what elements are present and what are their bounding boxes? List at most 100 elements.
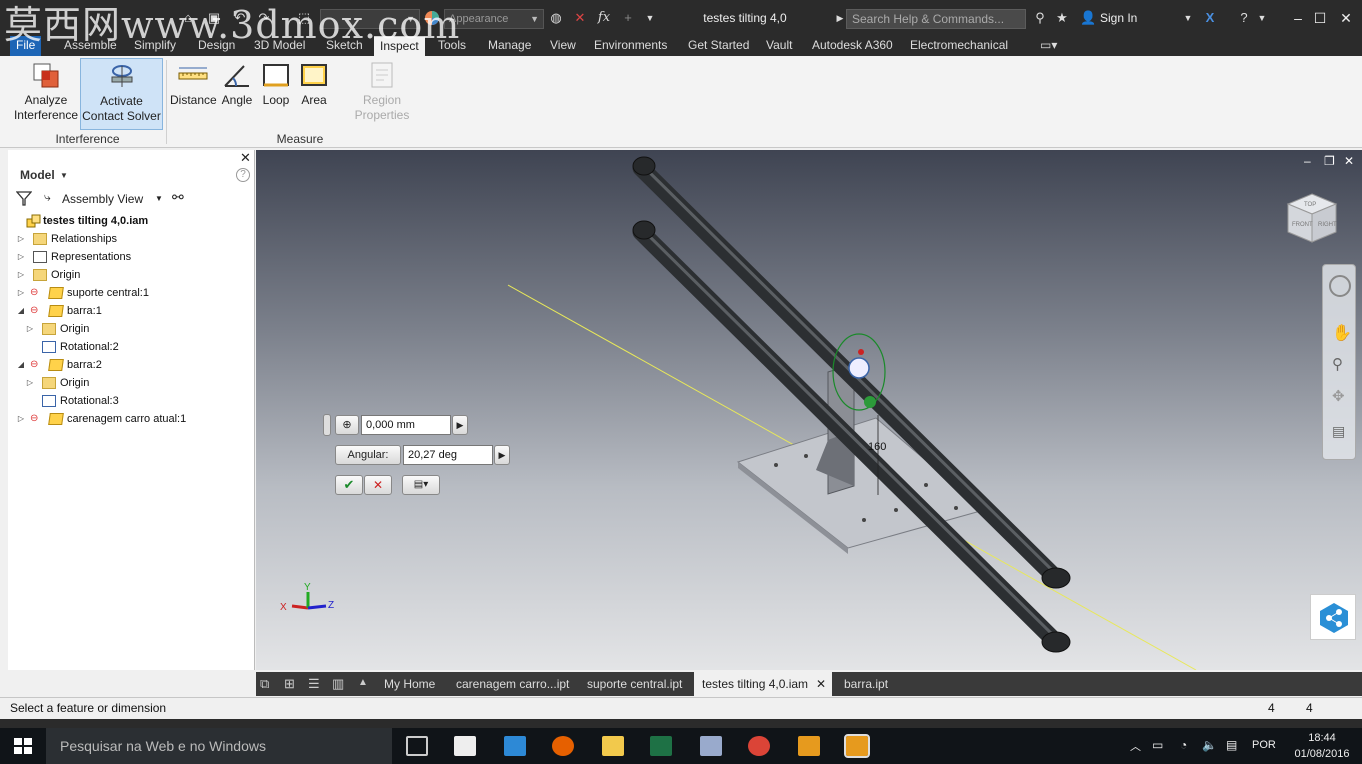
- home-icon[interactable]: ⌂: [180, 10, 196, 26]
- tab-manage[interactable]: Manage: [482, 36, 537, 56]
- add-icon[interactable]: +: [620, 10, 636, 26]
- activate-contact-solver-button[interactable]: Activate Contact Solver: [80, 58, 163, 130]
- offset-value-input[interactable]: 0,000 mm: [361, 415, 451, 435]
- task-view-icon[interactable]: [406, 736, 428, 756]
- doc-tab-carenagem[interactable]: carenagem carro...ipt: [448, 672, 577, 696]
- battery-icon[interactable]: ▭: [1152, 738, 1163, 752]
- taskbar-search-input[interactable]: Pesquisar na Web e no Windows: [46, 728, 392, 764]
- doc-tab-testes-tilting[interactable]: testes tilting 4,0.iam ✕: [694, 672, 832, 696]
- region-properties-button[interactable]: Region Properties: [334, 58, 430, 130]
- tree-item-barra-1-origin[interactable]: ▷ Origin: [8, 320, 255, 338]
- tree-item-suporte-central[interactable]: ▷ ⊖ suporte central:1: [8, 284, 255, 302]
- viewport-close-button[interactable]: ✕: [1344, 154, 1354, 168]
- clock-date[interactable]: 01/08/2016: [1290, 748, 1354, 760]
- tile-columns-icon[interactable]: ▥: [332, 676, 344, 692]
- wifi-icon[interactable]: ◔: [1180, 738, 1187, 752]
- viewport-restore-button[interactable]: ❐: [1324, 154, 1335, 168]
- windows-start-icon[interactable]: [14, 738, 32, 754]
- tree-item-rotational-3[interactable]: Rotational:3: [8, 392, 255, 410]
- tab-get-started[interactable]: Get Started: [682, 36, 755, 56]
- exchange-apps-icon[interactable]: X: [1202, 10, 1218, 26]
- tab-tools[interactable]: Tools: [432, 36, 472, 56]
- offset-type-button[interactable]: ⊕: [335, 415, 359, 435]
- help-icon[interactable]: ?: [1236, 10, 1252, 26]
- browser-help-icon[interactable]: ?: [236, 168, 250, 182]
- tree-item-barra-2-origin[interactable]: ▷ Origin: [8, 374, 255, 392]
- chrome-icon[interactable]: [748, 736, 770, 756]
- excel-icon[interactable]: [650, 736, 672, 756]
- angle-button[interactable]: Angle: [218, 58, 256, 130]
- expand-arrow-icon[interactable]: ▷: [16, 248, 26, 266]
- store-icon[interactable]: [454, 736, 476, 756]
- doc-tab-suporte-central[interactable]: suporte central.ipt: [579, 672, 690, 696]
- redo-icon[interactable]: ↷: [256, 10, 272, 26]
- tab-inspect[interactable]: Inspect: [374, 36, 425, 56]
- view-mode-dropdown-icon[interactable]: ▼: [155, 194, 163, 203]
- tile-grid-icon[interactable]: ⊞: [284, 676, 295, 692]
- appearance-combo[interactable]: Appearance ▼: [444, 9, 544, 29]
- doc-tab-close-icon[interactable]: ✕: [816, 672, 826, 696]
- orbit-icon[interactable]: ✥: [1332, 387, 1345, 405]
- loop-button[interactable]: Loop: [258, 58, 294, 130]
- expand-arrow-icon[interactable]: ▷: [16, 230, 26, 248]
- app-icon[interactable]: [504, 736, 526, 756]
- minimize-button[interactable]: –: [1286, 8, 1310, 28]
- offset-arrow-button[interactable]: ▶: [452, 415, 468, 435]
- user-icon[interactable]: 👤: [1080, 10, 1096, 26]
- material-combo[interactable]: ▼: [320, 9, 420, 29]
- tree-item-representations[interactable]: ▷ Representations: [8, 248, 255, 266]
- graphics-viewport[interactable]: 160 X Y Z – ❐ ✕ TOP FRONT RIGHT ✋ ⚲ ✥ ▤: [256, 150, 1362, 670]
- binoculars-icon[interactable]: ⚲: [1032, 10, 1048, 26]
- expand-arrow-icon[interactable]: ▷: [25, 374, 35, 392]
- tab-vault[interactable]: Vault: [760, 36, 798, 56]
- save-icon[interactable]: ▣: [206, 10, 222, 26]
- distance-button[interactable]: Distance: [170, 58, 217, 130]
- volume-icon[interactable]: 🔈: [1202, 738, 1217, 752]
- select-icon[interactable]: ⬚: [296, 10, 312, 26]
- collapse-arrow-icon[interactable]: ◢: [16, 302, 26, 320]
- tab-sketch[interactable]: Sketch: [320, 36, 369, 56]
- tab-view[interactable]: View: [544, 36, 582, 56]
- analyze-interference-button[interactable]: Analyze Interference: [10, 58, 82, 130]
- tree-item-barra-1[interactable]: ◢ ⊖ barra:1: [8, 302, 255, 320]
- tray-up-arrow-icon[interactable]: ︿: [1130, 738, 1141, 754]
- clear-appearance-icon[interactable]: ✕: [572, 10, 588, 26]
- tab-electromechanical[interactable]: Electromechanical: [904, 36, 1014, 56]
- expand-arrow-icon[interactable]: ▷: [16, 284, 26, 302]
- parameters-icon[interactable]: fx: [596, 10, 612, 26]
- tile-rows-icon[interactable]: ☰: [308, 676, 320, 692]
- tree-item-rotational-2[interactable]: Rotational:2: [8, 338, 255, 356]
- steering-wheel-icon[interactable]: [1329, 275, 1351, 297]
- look-at-icon[interactable]: ▤: [1332, 423, 1345, 440]
- tree-item-root-assembly[interactable]: testes tilting 4,0.iam: [8, 212, 255, 230]
- tab-autodesk-a360[interactable]: Autodesk A360: [806, 36, 899, 56]
- pan-hand-icon[interactable]: ✋: [1332, 323, 1352, 343]
- browser-title-dropdown-icon[interactable]: ▼: [60, 171, 68, 180]
- options-dropdown-button[interactable]: ▤▾: [402, 475, 440, 495]
- firefox-icon[interactable]: [552, 736, 574, 756]
- quick-access-dropdown-icon[interactable]: ▼: [642, 10, 658, 26]
- tree-item-carenagem[interactable]: ▷ ⊖ carenagem carro atual:1: [8, 410, 255, 428]
- view-mode-select[interactable]: Assembly View: [62, 192, 143, 206]
- filter-icon[interactable]: [15, 190, 33, 209]
- tree-item-barra-2[interactable]: ◢ ⊖ barra:2: [8, 356, 255, 374]
- inventor-icon[interactable]: [798, 736, 820, 756]
- favorites-star-icon[interactable]: ★: [1054, 10, 1070, 26]
- ribbon-display-toggle-icon[interactable]: ▭▾: [1034, 36, 1063, 56]
- cancel-x-button[interactable]: ✕: [364, 475, 392, 495]
- browser-title[interactable]: Model: [20, 168, 55, 182]
- tab-file[interactable]: File: [10, 36, 42, 56]
- sign-in-dropdown-icon[interactable]: ▼: [1180, 10, 1196, 26]
- collapse-arrow-icon[interactable]: ◢: [16, 356, 26, 374]
- angular-value-input[interactable]: 20,27 deg: [403, 445, 493, 465]
- adjust-appearance-icon[interactable]: ◍: [548, 10, 564, 26]
- tab-design[interactable]: Design: [192, 36, 241, 56]
- tree-item-relationships[interactable]: ▷ Relationships: [8, 230, 255, 248]
- tab-environments[interactable]: Environments: [588, 36, 673, 56]
- viewport-minimize-button[interactable]: –: [1304, 154, 1311, 168]
- tab-assemble[interactable]: Assemble: [58, 36, 123, 56]
- tree-item-origin[interactable]: ▷ Origin: [8, 266, 255, 284]
- file-explorer-icon[interactable]: [602, 736, 624, 756]
- zoom-icon[interactable]: ⚲: [1332, 355, 1343, 373]
- doc-tab-my-home[interactable]: My Home: [376, 672, 443, 696]
